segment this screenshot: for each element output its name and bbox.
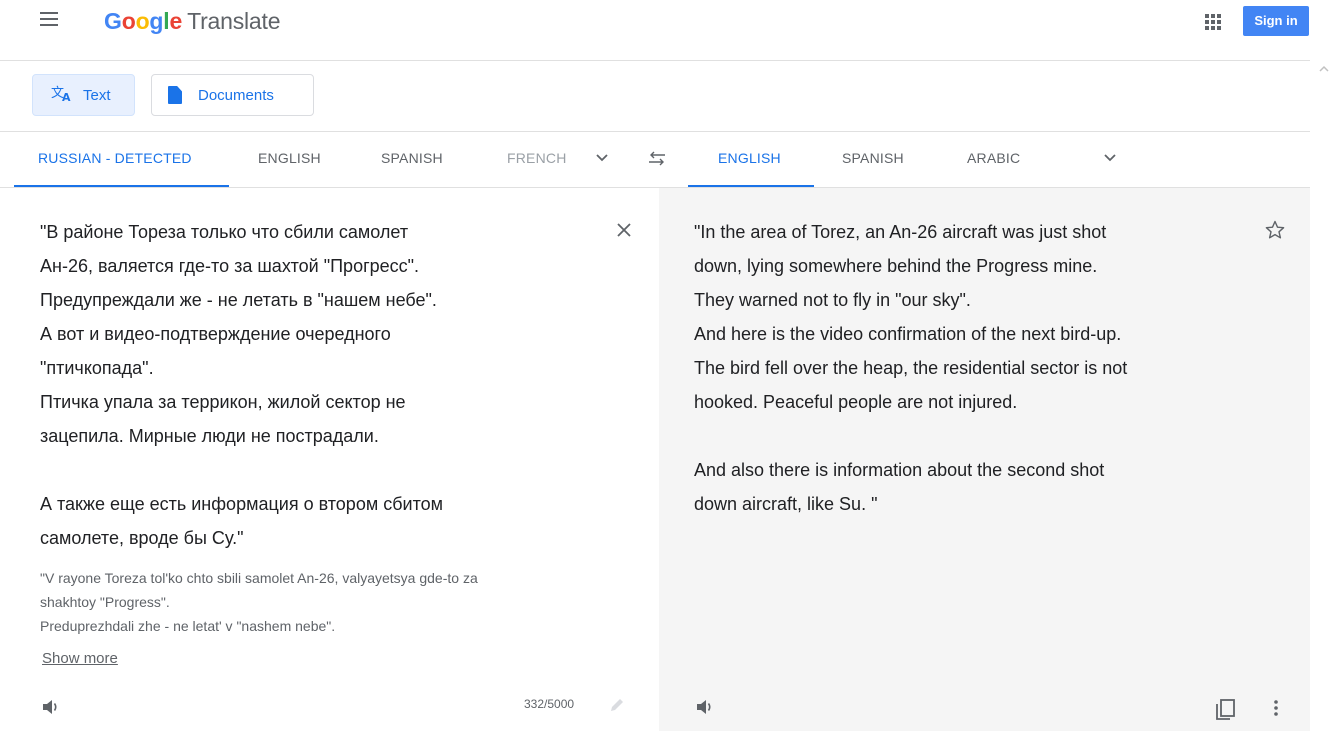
target-tab-spanish[interactable]: SPANISH [842,150,904,166]
transliteration-text: "V rayone Toreza tol'ko chto sbili samol… [40,570,478,634]
target-speaker-icon[interactable] [695,698,715,721]
section-divider [0,131,1310,132]
top-bar: Google Translate Sign in [0,0,1332,46]
menu-icon[interactable] [40,12,58,28]
more-vert-icon[interactable] [1273,699,1279,722]
apps-grid-icon[interactable] [1205,14,1221,30]
document-icon [168,86,182,104]
target-tab-english[interactable]: ENGLISH [718,150,781,166]
clear-text-icon[interactable] [616,222,632,243]
source-tab-spanish[interactable]: SPANISH [381,150,443,166]
pencil-icon [608,696,626,719]
source-tab-french[interactable]: FRENCH [507,150,567,166]
source-tab-detected[interactable]: RUSSIAN - DETECTED [38,150,192,166]
swap-languages-icon[interactable] [647,150,667,171]
copy-icon[interactable] [1214,697,1238,726]
target-tab-arabic[interactable]: ARABIC [967,150,1020,166]
source-tab-english[interactable]: ENGLISH [258,150,321,166]
source-textarea[interactable]: "В районе Тореза только что сбили самоле… [40,215,610,555]
header-divider [0,60,1310,61]
target-more-languages-icon[interactable] [1104,154,1116,166]
text-mode-label: Text [83,86,111,104]
translation-output: "In the area of Torez, an An-26 aircraft… [694,222,1128,514]
svg-text:A: A [62,91,71,102]
character-count: 332/5000 [524,697,575,711]
documents-mode-label: Documents [198,86,274,104]
documents-mode-button[interactable]: Documents [151,74,314,116]
show-more-link[interactable]: Show more [42,650,118,667]
product-name: Translate [187,8,281,34]
star-icon[interactable] [1265,220,1285,245]
app-logo[interactable]: Google Translate [104,8,281,35]
scroll-up-icon[interactable] [1319,64,1329,74]
source-more-languages-icon[interactable] [596,154,608,166]
text-mode-button[interactable]: 文A Text [32,74,135,116]
source-speaker-icon[interactable] [41,698,61,721]
translate-icon: 文A [51,84,73,106]
sign-in-button[interactable]: Sign in [1243,6,1309,36]
